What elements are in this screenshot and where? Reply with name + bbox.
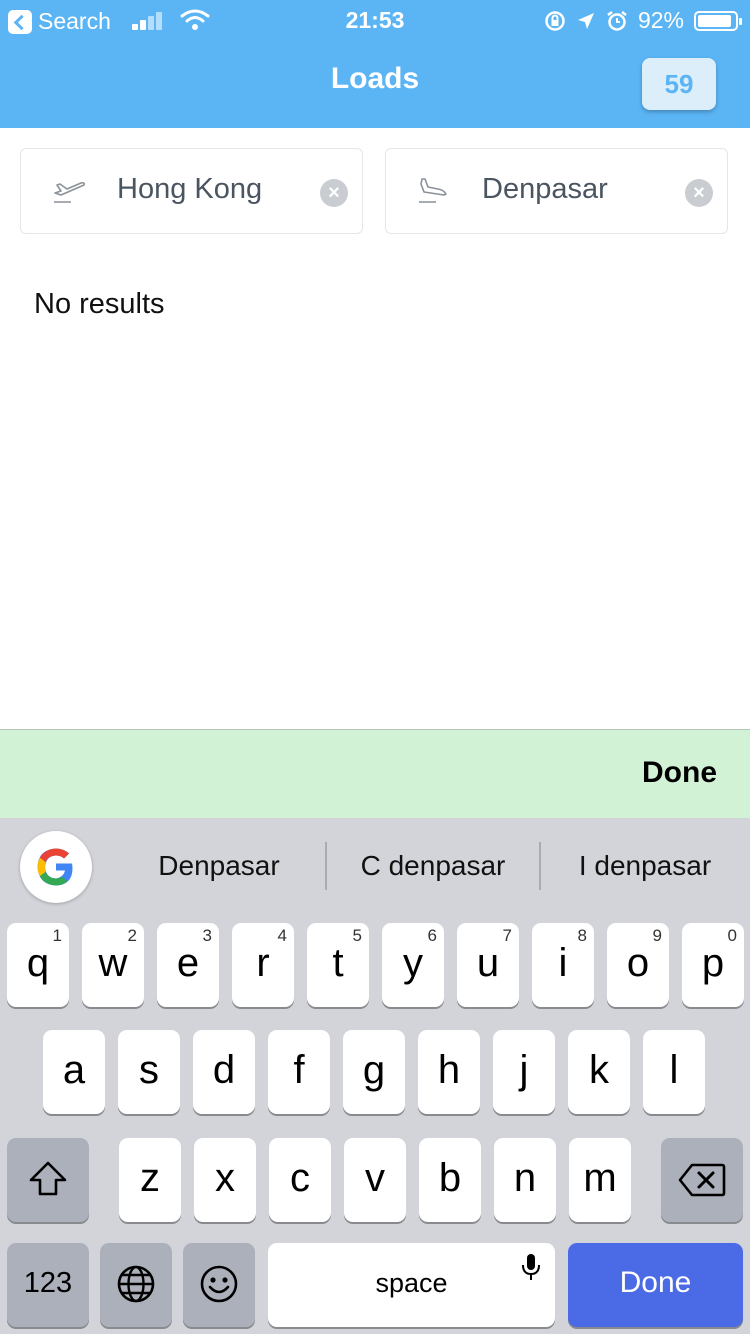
key-s[interactable]: s: [118, 1030, 180, 1114]
key-x[interactable]: x: [194, 1138, 256, 1222]
globe-key[interactable]: [100, 1243, 172, 1327]
key-m[interactable]: m: [569, 1138, 631, 1222]
status-bar: Search 21:53 92%: [0, 0, 750, 40]
key-d[interactable]: d: [193, 1030, 255, 1114]
key-o[interactable]: 9o: [607, 923, 669, 1007]
clear-destination-icon[interactable]: ×: [685, 179, 713, 207]
suggestion-1[interactable]: Denpasar: [134, 850, 304, 882]
key-u[interactable]: 7u: [457, 923, 519, 1007]
key-z[interactable]: z: [119, 1138, 181, 1222]
keyboard: Denpasar C denpasar I denpasar 1q2w3e4r5…: [0, 818, 750, 1334]
alarm-icon: [607, 10, 627, 31]
space-key[interactable]: space: [268, 1243, 555, 1327]
key-letter: u: [476, 941, 500, 985]
takeoff-icon: [54, 181, 85, 203]
key-p[interactable]: 0p: [682, 923, 744, 1007]
emoji-key[interactable]: [183, 1243, 255, 1327]
microphone-icon: [522, 1254, 540, 1280]
loads-count-button[interactable]: 59: [642, 58, 716, 110]
key-letter: t: [332, 941, 344, 985]
key-letter: w: [98, 941, 128, 985]
keyboard-done-key[interactable]: Done: [568, 1243, 743, 1327]
key-letter: p: [701, 941, 725, 985]
key-number-hint: 1: [52, 926, 62, 945]
key-number-hint: 6: [427, 926, 437, 945]
key-f[interactable]: f: [268, 1030, 330, 1114]
numbers-key[interactable]: 123: [7, 1243, 89, 1327]
battery-percent: 92%: [637, 7, 684, 33]
suggestion-divider: [539, 842, 541, 890]
key-number-hint: 8: [577, 926, 587, 945]
google-button[interactable]: [20, 831, 92, 903]
key-number-hint: 0: [727, 926, 737, 945]
key-t[interactable]: 5t: [307, 923, 369, 1007]
key-letter: y: [403, 941, 423, 985]
key-letter: i: [558, 941, 568, 985]
key-letter: q: [26, 941, 50, 985]
suggestion-2[interactable]: C denpasar: [338, 850, 528, 882]
key-q[interactable]: 1q: [7, 923, 69, 1007]
key-number-hint: 7: [502, 926, 512, 945]
key-number-hint: 9: [652, 926, 662, 945]
key-number-hint: 5: [352, 926, 362, 945]
done-button[interactable]: Done: [642, 756, 717, 790]
google-icon: [37, 848, 73, 886]
key-j[interactable]: j: [493, 1030, 555, 1114]
key-number-hint: 4: [277, 926, 287, 945]
location-icon: [577, 12, 594, 29]
top-bar: Search 21:53 92% Loads 59: [0, 0, 750, 128]
key-b[interactable]: b: [419, 1138, 481, 1222]
globe-icon: [117, 1265, 155, 1303]
destination-field[interactable]: Denpasar ×: [385, 148, 728, 234]
key-g[interactable]: g: [343, 1030, 405, 1114]
keyboard-accessory-bar: Done: [0, 729, 750, 819]
key-r[interactable]: 4r: [232, 923, 294, 1007]
empty-results-text: No results: [34, 288, 165, 320]
key-l[interactable]: l: [643, 1030, 705, 1114]
shift-icon: [29, 1161, 67, 1196]
suggestion-3[interactable]: I denpasar: [555, 850, 735, 882]
key-h[interactable]: h: [418, 1030, 480, 1114]
key-letter: r: [256, 941, 270, 985]
key-k[interactable]: k: [568, 1030, 630, 1114]
destination-value: Denpasar: [482, 173, 608, 205]
backspace-icon: [678, 1163, 726, 1197]
shift-key[interactable]: [7, 1138, 89, 1222]
key-n[interactable]: n: [494, 1138, 556, 1222]
space-label: space: [375, 1268, 448, 1298]
key-e[interactable]: 3e: [157, 923, 219, 1007]
battery-icon: [694, 10, 742, 31]
suggestion-divider: [325, 842, 327, 890]
key-i[interactable]: 8i: [532, 923, 594, 1007]
key-letter: o: [626, 941, 650, 985]
key-c[interactable]: c: [269, 1138, 331, 1222]
key-v[interactable]: v: [344, 1138, 406, 1222]
key-a[interactable]: a: [43, 1030, 105, 1114]
key-number-hint: 2: [127, 926, 137, 945]
page-title: Loads: [330, 62, 420, 95]
orientation-lock-icon: [545, 10, 565, 31]
landing-icon: [419, 178, 447, 203]
key-letter: e: [176, 941, 200, 985]
origin-field[interactable]: Hong Kong ×: [20, 148, 363, 234]
origin-value: Hong Kong: [117, 173, 263, 205]
emoji-icon: [200, 1265, 238, 1303]
clear-origin-icon[interactable]: ×: [320, 179, 348, 207]
key-w[interactable]: 2w: [82, 923, 144, 1007]
backspace-key[interactable]: [661, 1138, 743, 1222]
key-number-hint: 3: [202, 926, 212, 945]
key-y[interactable]: 6y: [382, 923, 444, 1007]
